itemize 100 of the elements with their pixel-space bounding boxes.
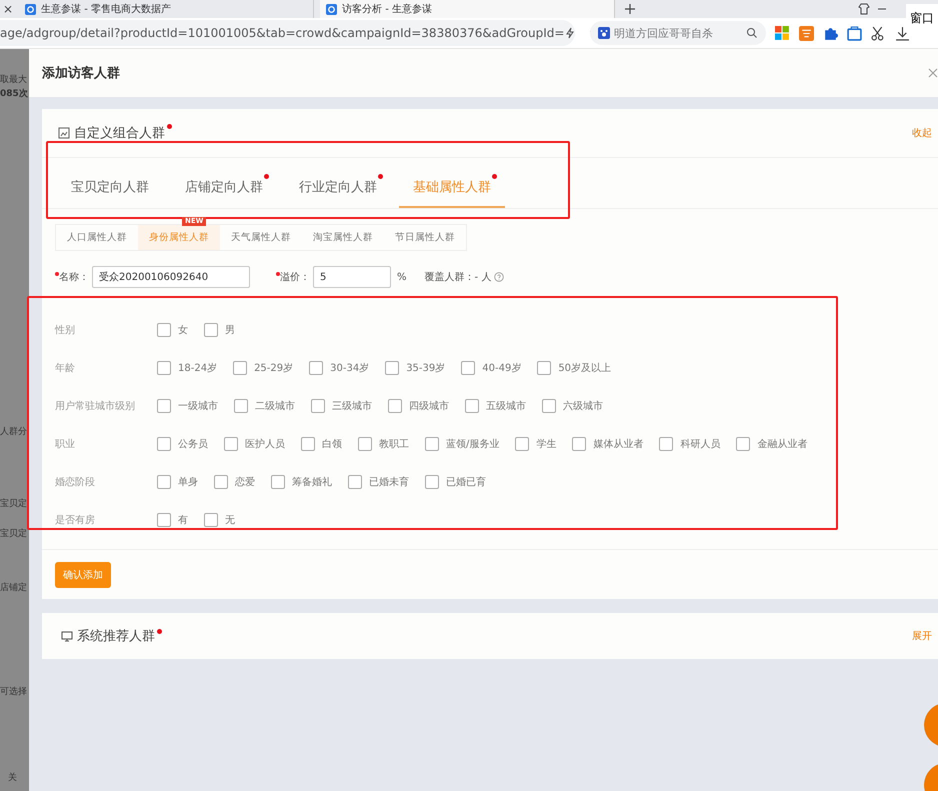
option-label: 媒体从业者 xyxy=(593,438,644,451)
name-input[interactable]: 受众20200106092640 xyxy=(92,266,250,288)
checkbox[interactable] xyxy=(461,361,476,375)
close-tab-icon[interactable]: × xyxy=(3,2,14,16)
checkbox[interactable] xyxy=(157,361,171,375)
option-label: 学生 xyxy=(536,438,556,451)
option-label: 一级城市 xyxy=(178,400,218,413)
search-icon[interactable] xyxy=(746,27,758,39)
name-label: 名称： xyxy=(59,271,89,284)
option-label: 五级城市 xyxy=(486,400,526,413)
subcategory-tab[interactable]: 人口属性人群 xyxy=(56,225,138,250)
required-mark-icon xyxy=(276,272,280,276)
checkbox[interactable] xyxy=(425,437,439,451)
attribute-label: 用户常驻城市级别 xyxy=(55,400,136,413)
paw-icon xyxy=(598,27,610,39)
option-label: 科研人员 xyxy=(680,438,720,451)
checkbox[interactable] xyxy=(224,437,238,451)
checkbox[interactable] xyxy=(204,323,218,337)
checkbox[interactable] xyxy=(157,399,171,413)
attribute-label: 性别 xyxy=(55,324,76,337)
option-label: 无 xyxy=(225,514,235,527)
site-icon xyxy=(326,4,338,14)
collapse-link[interactable]: 收起 xyxy=(912,126,932,140)
checkbox[interactable] xyxy=(659,437,674,451)
new-tab-icon[interactable] xyxy=(625,4,636,14)
confirm-add-button[interactable]: 确认添加 xyxy=(55,562,111,588)
option-label: 25-29岁 xyxy=(254,362,294,375)
background-page-text: 店铺定 xyxy=(0,582,27,594)
option-label: 恋爱 xyxy=(235,476,255,489)
option-label: 男 xyxy=(225,324,235,337)
window-label: 窗口 xyxy=(906,4,938,33)
option-label: 30-34岁 xyxy=(330,362,370,375)
checkbox[interactable] xyxy=(157,437,171,451)
checkbox[interactable] xyxy=(309,361,324,375)
option-label: 有 xyxy=(178,514,188,527)
expand-link[interactable]: 展开 xyxy=(912,629,932,643)
category-tab[interactable]: 宝贝定向人群 xyxy=(57,178,163,208)
bag-extension-icon[interactable] xyxy=(847,26,862,40)
background-page-text: 关 xyxy=(8,772,17,784)
option-label: 公务员 xyxy=(178,438,208,451)
attribute-label: 婚恋阶段 xyxy=(55,476,96,489)
option-label: 已婚未育 xyxy=(369,476,409,489)
attribute-label: 年龄 xyxy=(55,362,76,375)
checkbox[interactable] xyxy=(537,361,552,375)
category-tab[interactable]: 基础属性人群 xyxy=(399,178,505,208)
checkbox[interactable] xyxy=(425,475,439,489)
option-label: 六级城市 xyxy=(563,400,603,413)
card-title: 系统推荐人群 xyxy=(77,628,155,645)
subcategory-tab[interactable]: 天气属性人群 xyxy=(220,225,302,250)
subcategory-tab[interactable]: 身份属性人群 xyxy=(138,225,220,250)
search-field[interactable]: 明道方回应哥哥自杀 xyxy=(590,21,766,45)
option-label: 18-24岁 xyxy=(178,362,218,375)
checkbox[interactable] xyxy=(271,475,285,489)
help-icon[interactable] xyxy=(494,272,504,282)
option-label: 二级城市 xyxy=(255,400,295,413)
checkbox[interactable] xyxy=(311,399,325,413)
browser-tab[interactable]: 访客分析 - 生意参谋 xyxy=(320,0,616,18)
category-tab[interactable]: 店铺定向人群 xyxy=(171,178,277,208)
puzzle-icon[interactable] xyxy=(823,26,838,40)
card-title: 自定义组合人群 xyxy=(74,125,165,142)
checkbox[interactable] xyxy=(301,437,315,451)
checkbox[interactable] xyxy=(736,437,750,451)
checkbox[interactable] xyxy=(465,399,479,413)
subcategory-tab[interactable]: 淘宝属性人群 xyxy=(302,225,384,250)
close-icon[interactable] xyxy=(928,68,938,78)
checkbox[interactable] xyxy=(542,399,556,413)
percent-unit: % xyxy=(397,272,407,282)
attribute-label: 是否有房 xyxy=(55,514,96,527)
option-label: 白领 xyxy=(322,438,342,451)
checkbox[interactable] xyxy=(385,361,400,375)
download-icon[interactable] xyxy=(895,26,910,40)
premium-label: 溢价： xyxy=(280,271,310,284)
checkbox[interactable] xyxy=(388,399,402,413)
checkbox[interactable] xyxy=(157,323,171,337)
checkbox[interactable] xyxy=(214,475,228,489)
option-label: 50岁及以上 xyxy=(558,362,612,375)
checkbox[interactable] xyxy=(358,437,372,451)
checkbox[interactable] xyxy=(204,513,218,527)
checkbox[interactable] xyxy=(233,361,248,375)
scissors-icon[interactable] xyxy=(871,26,886,40)
shirt-icon[interactable] xyxy=(858,3,870,15)
checkbox[interactable] xyxy=(157,475,171,489)
category-tab[interactable]: 行业定向人群 xyxy=(285,178,391,208)
lightning-icon[interactable] xyxy=(564,27,576,39)
checkbox[interactable] xyxy=(234,399,248,413)
checkbox[interactable] xyxy=(572,437,586,451)
subcategory-tab[interactable]: 节日属性人群 xyxy=(384,225,466,250)
picture-frame-icon xyxy=(58,127,70,139)
checkbox[interactable] xyxy=(515,437,530,451)
option-label: 金融从业者 xyxy=(757,438,808,451)
checkbox[interactable] xyxy=(348,475,362,489)
premium-input[interactable]: 5 xyxy=(313,266,391,288)
background-page-text: 人群分 xyxy=(0,426,27,438)
background-page-text: 宝贝定 xyxy=(0,498,27,510)
checkbox[interactable] xyxy=(157,513,171,527)
background-page-text: 可选择 xyxy=(0,686,27,698)
option-label: 教职工 xyxy=(379,438,409,451)
option-label: 单身 xyxy=(178,476,198,489)
required-mark-icon xyxy=(55,272,59,276)
windows-icon[interactable] xyxy=(775,26,790,40)
